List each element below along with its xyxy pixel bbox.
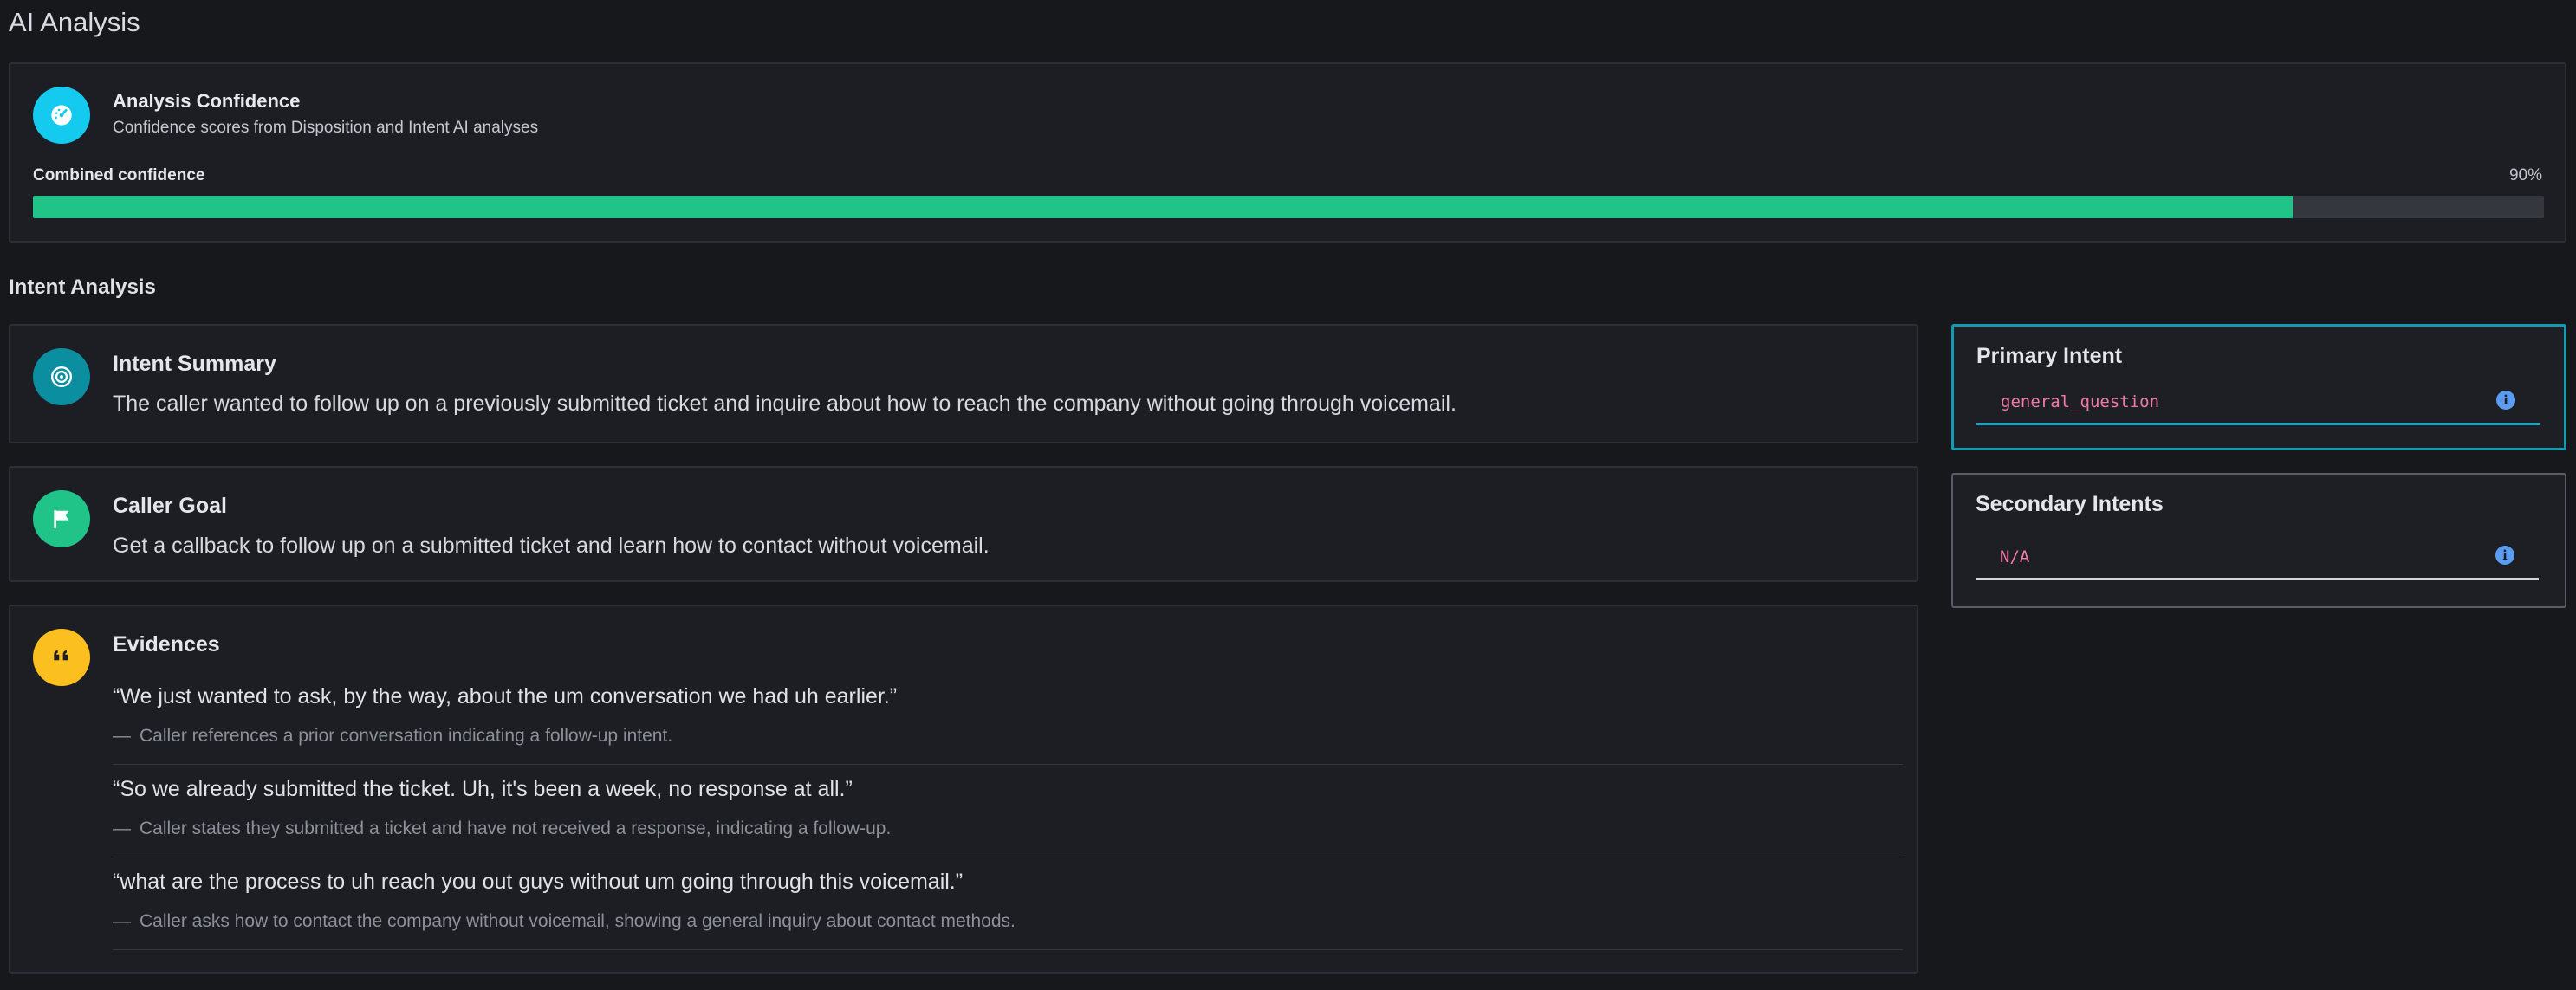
quote-icon <box>33 629 90 686</box>
evidence-list: “We just wanted to ask, by the way, abou… <box>113 672 1903 950</box>
intent-summary-text: The caller wanted to follow up on a prev… <box>113 391 1457 416</box>
primary-intent-title: Primary Intent <box>1976 344 2123 368</box>
combined-confidence-percent: 90% <box>2508 166 2542 184</box>
secondary-intents-title: Secondary Intents <box>1976 492 2164 516</box>
intent-analysis-heading: Intent Analysis <box>9 275 156 299</box>
intent-summary-title: Intent Summary <box>113 352 276 376</box>
analysis-confidence-panel: Analysis Confidence Confidence scores fr… <box>9 62 2566 243</box>
evidence-note: — Caller asks how to contact the company … <box>113 911 1015 932</box>
intent-summary-card: Intent Summary The caller wanted to foll… <box>9 324 1918 443</box>
secondary-intents-value: N/A <box>2000 547 2030 566</box>
evidences-title: Evidences <box>113 632 220 657</box>
evidence-dash: — <box>113 726 131 746</box>
evidence-note: — Caller states they submitted a ticket a… <box>113 819 891 839</box>
secondary-intents-field[interactable]: N/A i <box>1976 535 2539 580</box>
evidence-item: “So we already submitted the ticket. Uh,… <box>113 765 1903 857</box>
info-icon[interactable]: i <box>2496 391 2515 410</box>
confidence-title: Analysis Confidence <box>113 90 301 112</box>
target-icon <box>33 348 90 405</box>
evidence-dash: — <box>113 911 131 931</box>
evidences-card: Evidences “We just wanted to ask, by the… <box>9 605 1918 974</box>
caller-goal-title: Caller Goal <box>113 494 227 518</box>
gauge-icon <box>33 87 90 144</box>
page-title: AI Analysis <box>9 7 140 37</box>
evidence-dash: — <box>113 819 131 838</box>
evidence-quote: “So we already submitted the ticket. Uh,… <box>113 777 853 801</box>
evidence-note: — Caller references a prior conversation … <box>113 726 672 747</box>
evidence-item: “what are the process to uh reach you ou… <box>113 857 1903 950</box>
confidence-progress-fill <box>33 196 2294 218</box>
primary-intent-field[interactable]: general_question i <box>1976 380 2540 425</box>
primary-intent-panel: Primary Intent general_question i <box>1951 324 2566 450</box>
combined-confidence-label: Combined confidence <box>33 166 205 184</box>
primary-intent-value: general_question <box>2001 392 2160 411</box>
info-icon[interactable]: i <box>2495 546 2514 565</box>
caller-goal-card: Caller Goal Get a callback to follow up … <box>9 466 1918 582</box>
confidence-progress-bar <box>33 196 2544 218</box>
evidence-item: “We just wanted to ask, by the way, abou… <box>113 672 1903 765</box>
evidence-quote: “what are the process to uh reach you ou… <box>113 870 964 894</box>
evidence-note-text: Caller asks how to contact the company w… <box>140 911 1015 931</box>
evidence-quote: “We just wanted to ask, by the way, abou… <box>113 684 898 709</box>
secondary-intents-panel: Secondary Intents N/A i <box>1951 473 2566 608</box>
flag-icon <box>33 490 90 547</box>
evidence-note-text: Caller references a prior conversation i… <box>140 726 673 746</box>
evidence-note-text: Caller states they submitted a ticket an… <box>140 819 892 838</box>
confidence-subtitle: Confidence scores from Disposition and I… <box>113 119 539 137</box>
caller-goal-text: Get a callback to follow up on a submitt… <box>113 534 990 558</box>
